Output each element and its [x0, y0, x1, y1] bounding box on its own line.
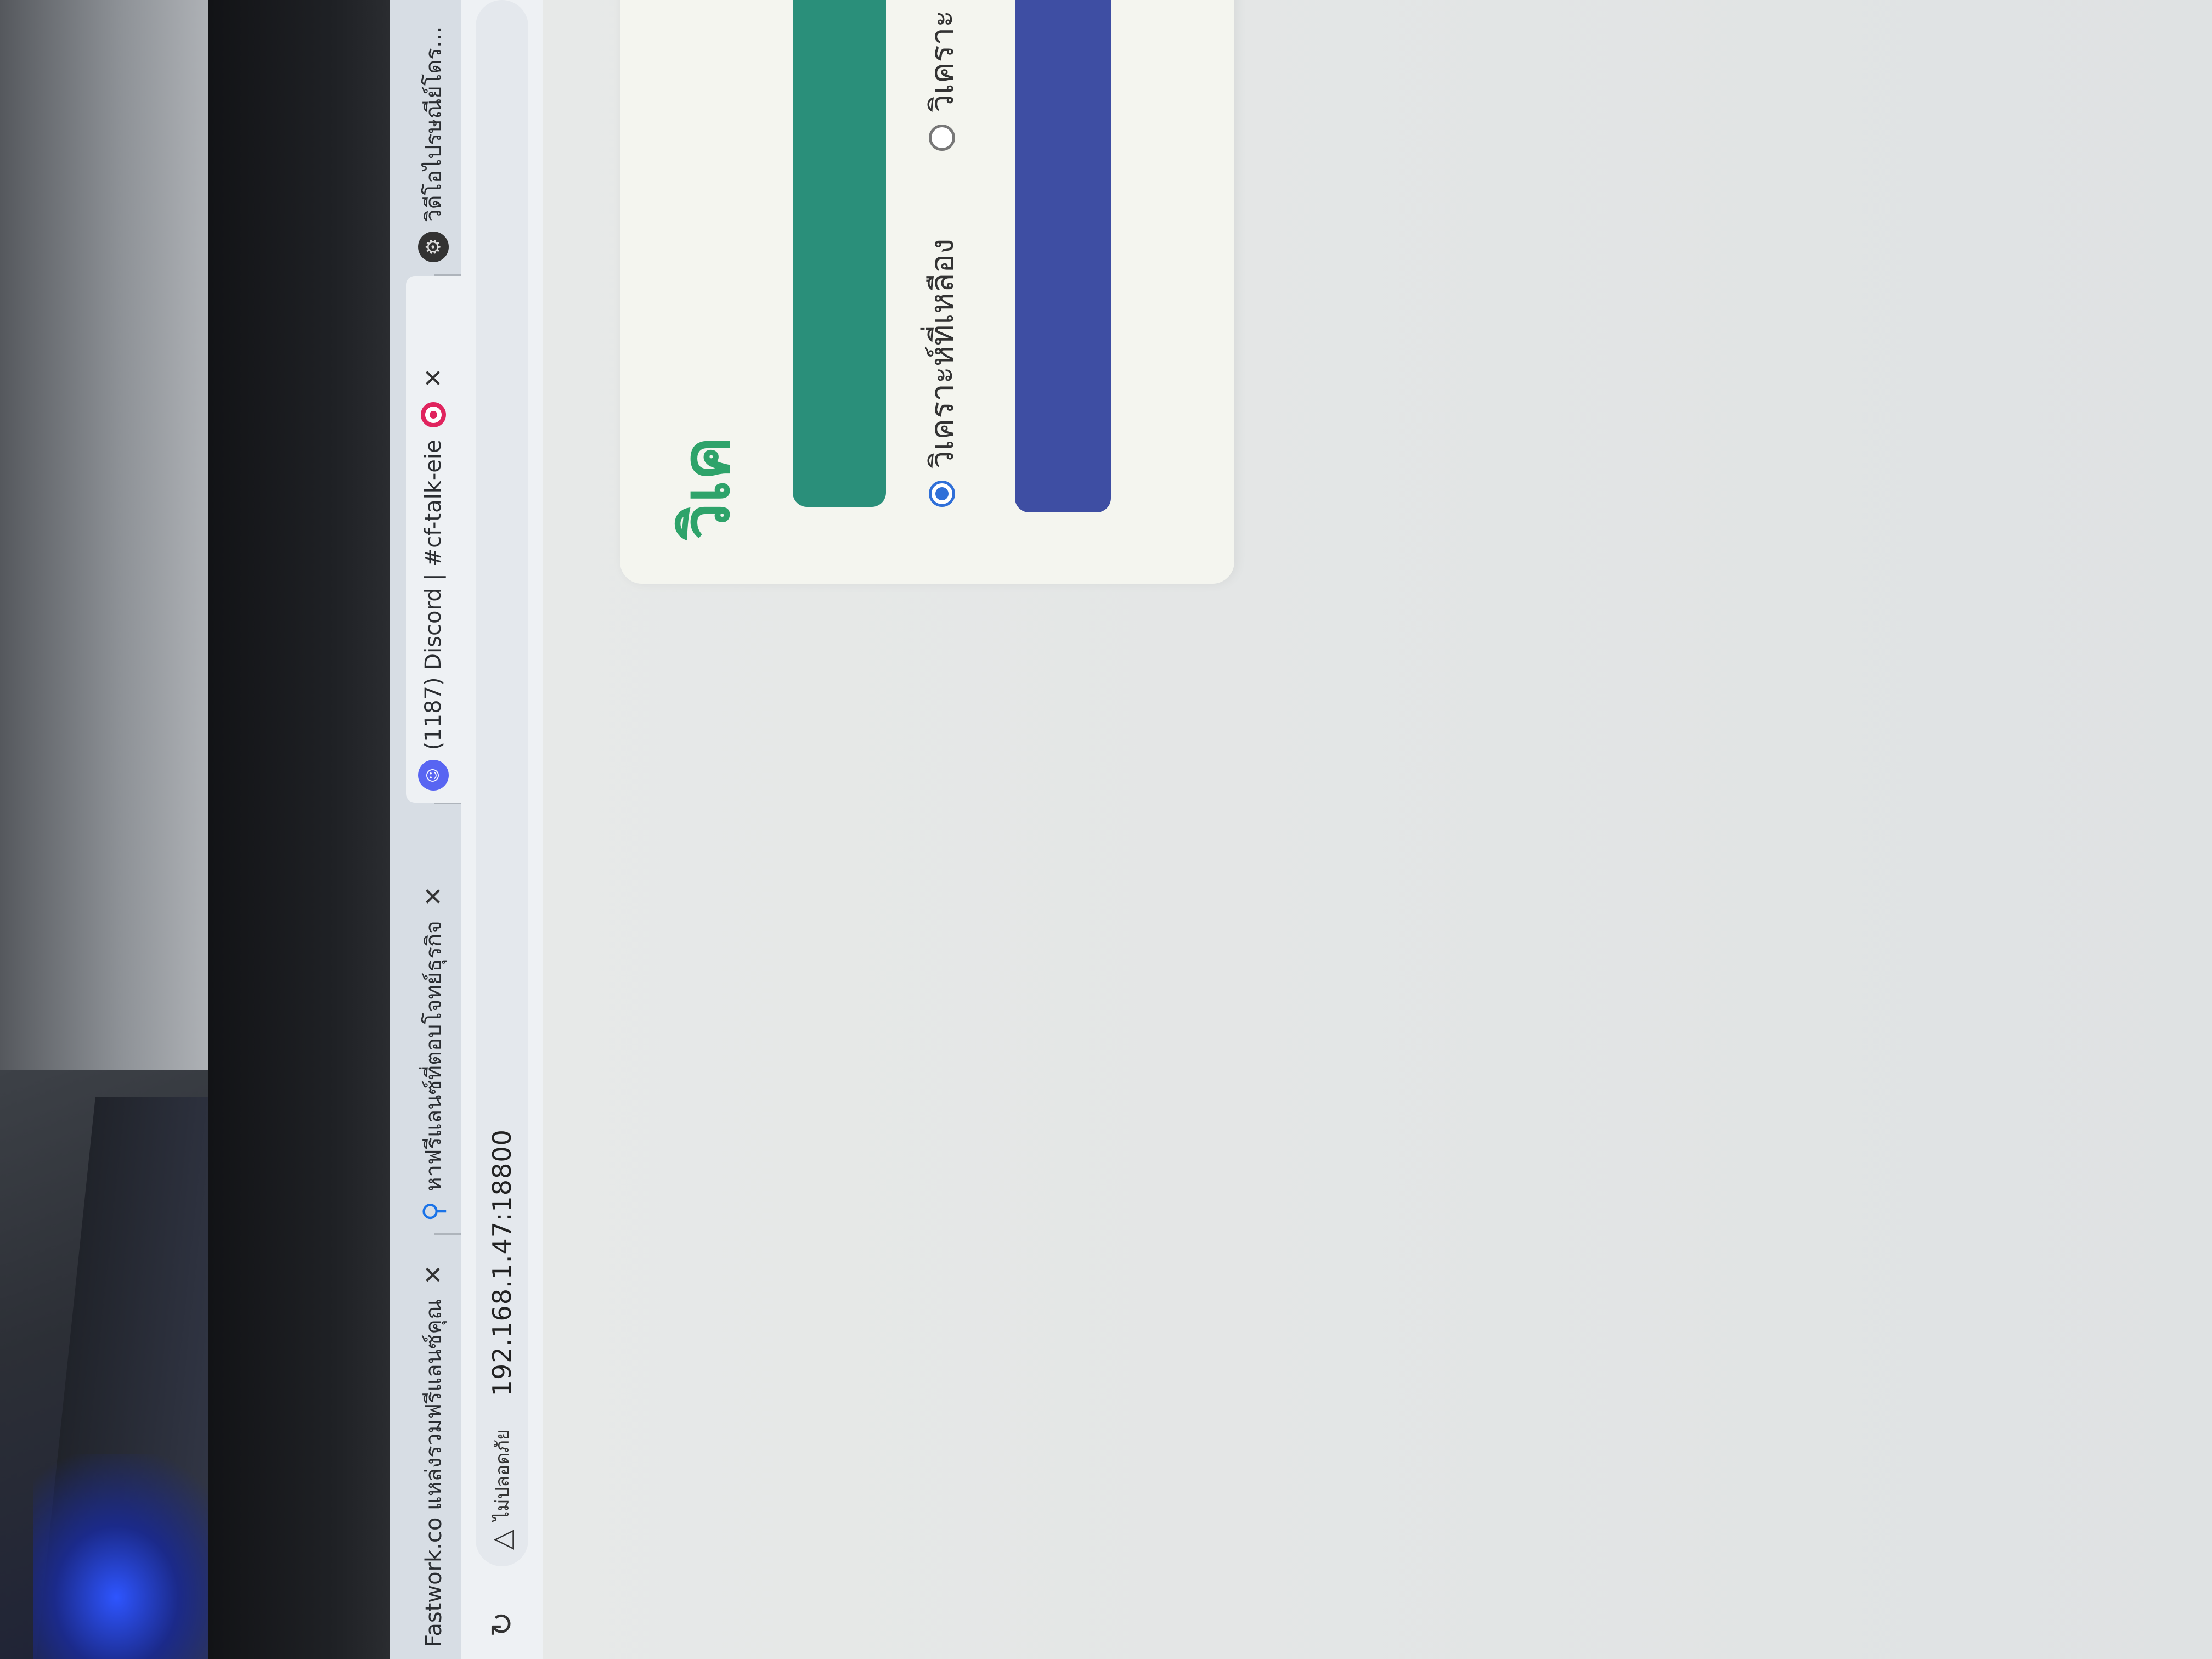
- not-secure-label[interactable]: ไม่ปลอดภัย: [487, 1429, 517, 1521]
- tab-label: หาฟรีแลนซ์ที่ตอบโจทย์ธุรกิจ: [421, 921, 447, 1192]
- tab-freelance[interactable]: ⚲ หาฟรีแลนซ์ที่ตอบโจทย์ธุรกิจ ✕: [406, 804, 461, 1233]
- radio-option-label[interactable]: วิเคราะห์ที่เหลือง: [916, 239, 967, 469]
- warning-triangle-icon[interactable]: △: [487, 1530, 517, 1550]
- reload-icon[interactable]: ↻: [484, 1605, 520, 1637]
- close-icon[interactable]: ✕: [420, 1265, 448, 1285]
- address-bar[interactable]: △ ไม่ปลอดภัย 192.168.1.47:18800: [476, 0, 528, 1566]
- secondary-action-button[interactable]: [1015, 0, 1111, 512]
- page-content: วิเค วิเคราะห์ที่เหลือง วิเคราะ: [543, 0, 2212, 1659]
- radio-option-label[interactable]: วิเคราะ: [916, 10, 967, 112]
- radio-option-selected[interactable]: [928, 481, 955, 507]
- gear-favicon-icon: ⚙: [418, 232, 449, 262]
- monitor-screen: Fastwork.co แหล่งรวมฟรีแลนซ์คุณ ✕ ⚲ หาฟร…: [390, 0, 2212, 1659]
- people-favicon-icon: ⚲: [417, 1201, 449, 1222]
- tab-video[interactable]: ⚙ วิดีโอไปรษณีย์โดรจ้ำง: [406, 0, 461, 274]
- url-text[interactable]: 192.168.1.47:18800: [487, 1129, 517, 1396]
- tab-strip: Fastwork.co แหล่งรวมฟรีแลนซ์คุณ ✕ ⚲ หาฟร…: [390, 0, 461, 1659]
- radio-option[interactable]: [928, 124, 955, 151]
- tab-fastwork[interactable]: Fastwork.co แหล่งรวมฟรีแลนซ์คุณ ✕: [406, 1235, 461, 1659]
- browser-window: Fastwork.co แหล่งรวมฟรีแลนซ์คุณ ✕ ⚲ หาฟร…: [390, 0, 2212, 1659]
- tab-label: วิดีโอไปรษณีย์โดรจ้ำง: [421, 12, 447, 222]
- monitor-bezel: [208, 0, 390, 1659]
- tab-label: (1187) Discord | #cf-talk-eie: [421, 439, 446, 751]
- browser-toolbar: ↻ △ ไม่ปลอดภัย 192.168.1.47:18800: [461, 0, 543, 1659]
- page-title: วิเค: [668, 436, 744, 540]
- tab-label: Fastwork.co แหล่งรวมฟรีแลนซ์คุณ: [421, 1299, 447, 1647]
- recording-indicator-icon: [421, 402, 446, 428]
- analysis-mode-options: วิเคราะห์ที่เหลือง วิเคราะ: [916, 10, 967, 507]
- discord-favicon-icon: ☺: [418, 760, 449, 791]
- close-icon[interactable]: ✕: [420, 886, 448, 906]
- tab-discord[interactable]: ☺ (1187) Discord | #cf-talk-eie ✕: [406, 275, 461, 803]
- primary-action-button[interactable]: [793, 0, 886, 507]
- close-icon[interactable]: ✕: [420, 368, 448, 388]
